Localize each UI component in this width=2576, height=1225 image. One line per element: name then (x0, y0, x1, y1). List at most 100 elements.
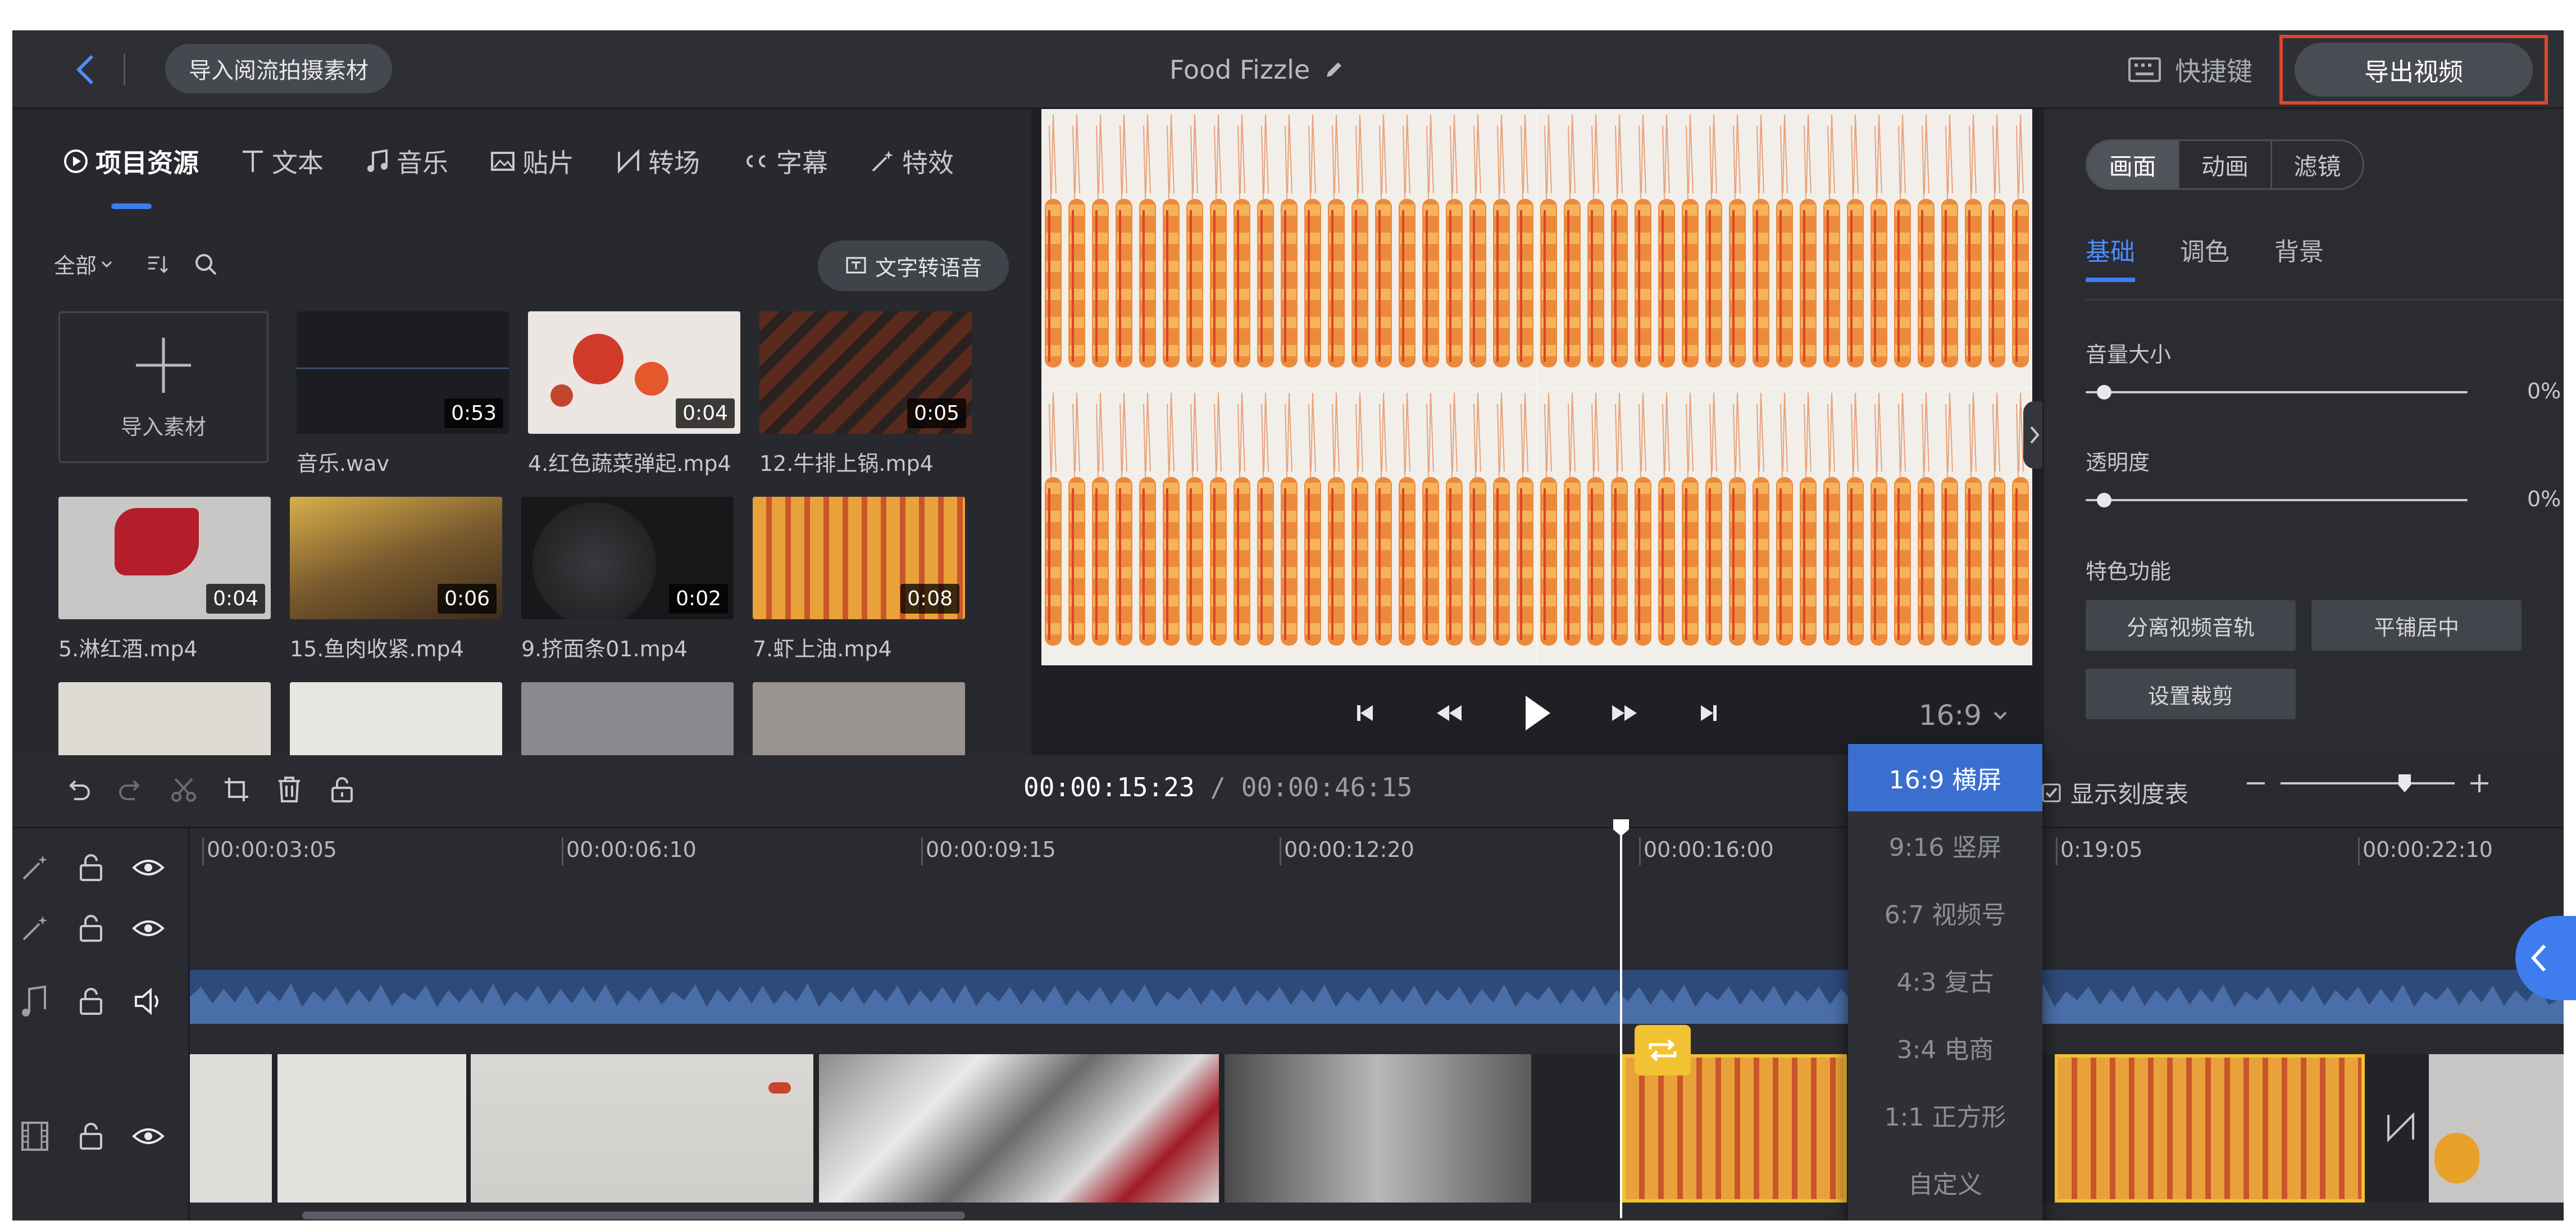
music-note-icon (22, 985, 46, 1017)
tab-music[interactable]: 音乐 (365, 142, 448, 181)
aspect-ratio-dropdown: 16:9 横屏 9:16 竖屏 6:7 视频号 4:3 复古 3:4 电商 1:… (1848, 744, 2042, 1221)
fast-forward-icon[interactable] (1609, 701, 1640, 725)
unlock-icon[interactable] (75, 913, 107, 944)
playhead[interactable] (1620, 825, 1622, 1218)
unlock-icon[interactable] (328, 775, 356, 804)
zoom-in-icon[interactable] (2468, 772, 2491, 795)
unlock-icon[interactable] (75, 852, 107, 883)
timeline-ruler[interactable]: 00:00:03:05 00:00:06:10 00:00:09:15 00:0… (190, 828, 2564, 868)
segment-animation[interactable]: 动画 (2179, 141, 2272, 188)
segment-picture[interactable]: 画面 (2087, 141, 2180, 188)
transition-marker[interactable] (2384, 1110, 2418, 1144)
scissors-icon[interactable] (170, 775, 198, 804)
media-thumb-steak[interactable]: 0:05 (759, 311, 972, 434)
ratio-option-9-16[interactable]: 9:16 竖屏 (1848, 811, 2042, 879)
video-clip[interactable] (1225, 1054, 1531, 1203)
unlock-icon[interactable] (75, 986, 107, 1017)
ruler-tick: 00:00:16:00 (1639, 837, 1774, 865)
speaker-icon[interactable] (131, 986, 165, 1017)
checkbox-icon[interactable] (2041, 783, 2061, 803)
media-thumb-shrimp-oil[interactable]: 0:08 (753, 497, 965, 619)
total-time: 00:00:46:15 (1241, 772, 1413, 802)
trash-icon[interactable] (275, 775, 303, 804)
video-clip[interactable] (471, 1054, 813, 1203)
eye-icon[interactable] (131, 852, 165, 883)
transition-icon (2387, 1112, 2414, 1142)
skip-to-start-icon[interactable] (1353, 701, 1377, 725)
ratio-option-custom[interactable]: 自定义 (1848, 1149, 2042, 1216)
pencil-icon[interactable] (1323, 59, 1345, 80)
export-video-button[interactable]: 导出视频 (2295, 43, 2533, 97)
track-header-effects-1 (19, 852, 165, 883)
chevron-left-icon (76, 55, 94, 85)
undo-icon[interactable] (64, 775, 92, 804)
media-thumb-red-veggies[interactable]: 0:04 (528, 311, 740, 434)
subtab-color[interactable]: 调色 (2180, 232, 2229, 282)
video-clip[interactable] (2055, 1054, 2365, 1203)
shortcuts-button[interactable]: 快捷键 (2128, 30, 2252, 109)
video-clip[interactable] (819, 1054, 1219, 1203)
text-to-speech-button[interactable]: 文字转语音 (818, 241, 1009, 291)
tab-project-resources[interactable]: 项目资源 (63, 142, 199, 209)
video-clip[interactable] (2429, 1054, 2564, 1203)
zoom-control (2245, 772, 2491, 795)
tab-transitions[interactable]: 转场 (616, 142, 700, 181)
play-icon[interactable] (1521, 693, 1553, 733)
sort-icon[interactable] (145, 252, 170, 276)
rewind-icon[interactable] (1433, 701, 1465, 725)
opacity-slider[interactable] (2086, 493, 2468, 507)
filter-all-dropdown[interactable]: 全部 (54, 248, 218, 279)
audio-clip[interactable] (190, 970, 2564, 1024)
subtab-background[interactable]: 背景 (2274, 232, 2324, 282)
zoom-slider[interactable] (2281, 774, 2455, 792)
ratio-option-3-4[interactable]: 3:4 电商 (1848, 1014, 2042, 1081)
aspect-ratio-select[interactable]: 16:9 (1919, 699, 2009, 732)
crop-button[interactable]: 设置裁剪 (2086, 669, 2296, 719)
ratio-option-1-1[interactable]: 1:1 正方形 (1848, 1081, 2042, 1149)
back-button[interactable] (63, 47, 108, 92)
show-ruler-toggle[interactable]: 显示刻度表 (2041, 775, 2188, 810)
eye-icon[interactable] (131, 1120, 165, 1152)
video-clip[interactable] (277, 1054, 466, 1203)
ratio-option-16-9[interactable]: 16:9 横屏 (1848, 744, 2042, 811)
ratio-option-6-7[interactable]: 6:7 视频号 (1848, 879, 2042, 946)
tab-label: 特效 (902, 148, 954, 178)
unlock-icon[interactable] (75, 1120, 107, 1152)
media-thumb-noodles[interactable]: 0:02 (521, 497, 734, 619)
ruler-tick: 00:00:03:05 (202, 837, 337, 865)
tab-effects[interactable]: 特效 (870, 142, 954, 181)
media-thumb-red-wine[interactable]: 0:04 (58, 497, 271, 619)
segment-filter[interactable]: 滤镜 (2272, 141, 2363, 188)
text-icon (243, 151, 263, 172)
zoom-out-icon[interactable] (2245, 772, 2267, 795)
ratio-option-4-3[interactable]: 4:3 复古 (1848, 946, 2042, 1014)
video-clip-selected[interactable] (1622, 1054, 1847, 1203)
media-name: 9.挤面条01.mp4 (521, 637, 688, 661)
tile-center-button[interactable]: 平铺居中 (2311, 600, 2522, 651)
redo-icon[interactable] (117, 775, 145, 804)
subtab-basic[interactable]: 基础 (2086, 232, 2135, 282)
search-icon[interactable] (193, 252, 218, 276)
zoom-slider-knob[interactable] (2398, 774, 2411, 792)
tab-subtitles[interactable]: 字幕 (741, 142, 828, 181)
edit-tools (64, 775, 356, 804)
loop-badge[interactable] (1635, 1025, 1691, 1076)
tab-text[interactable]: 文本 (240, 142, 324, 181)
eye-icon[interactable] (131, 913, 165, 944)
project-title[interactable]: Food Fizzle (1169, 30, 1345, 109)
split-audio-button[interactable]: 分离视频音轨 (2086, 600, 2296, 651)
import-footage-button[interactable]: 导入阅流拍摄素材 (165, 44, 392, 93)
volume-slider-knob[interactable] (2097, 385, 2111, 400)
skip-to-end-icon[interactable] (1696, 701, 1721, 725)
media-thumb-fish[interactable]: 0:06 (290, 497, 502, 619)
import-media-card[interactable]: 导入素材 (58, 311, 268, 463)
shrimp-image (1041, 109, 2032, 665)
volume-slider[interactable] (2086, 385, 2468, 400)
video-clip[interactable] (190, 1054, 272, 1203)
timeline-scrollbar[interactable] (302, 1212, 965, 1219)
media-thumb-music[interactable]: 0:53 (297, 311, 509, 434)
crop-icon[interactable] (222, 775, 251, 804)
opacity-slider-knob[interactable] (2097, 493, 2111, 507)
tab-stickers[interactable]: 贴片 (490, 142, 574, 181)
preview-frame[interactable] (1041, 109, 2032, 665)
